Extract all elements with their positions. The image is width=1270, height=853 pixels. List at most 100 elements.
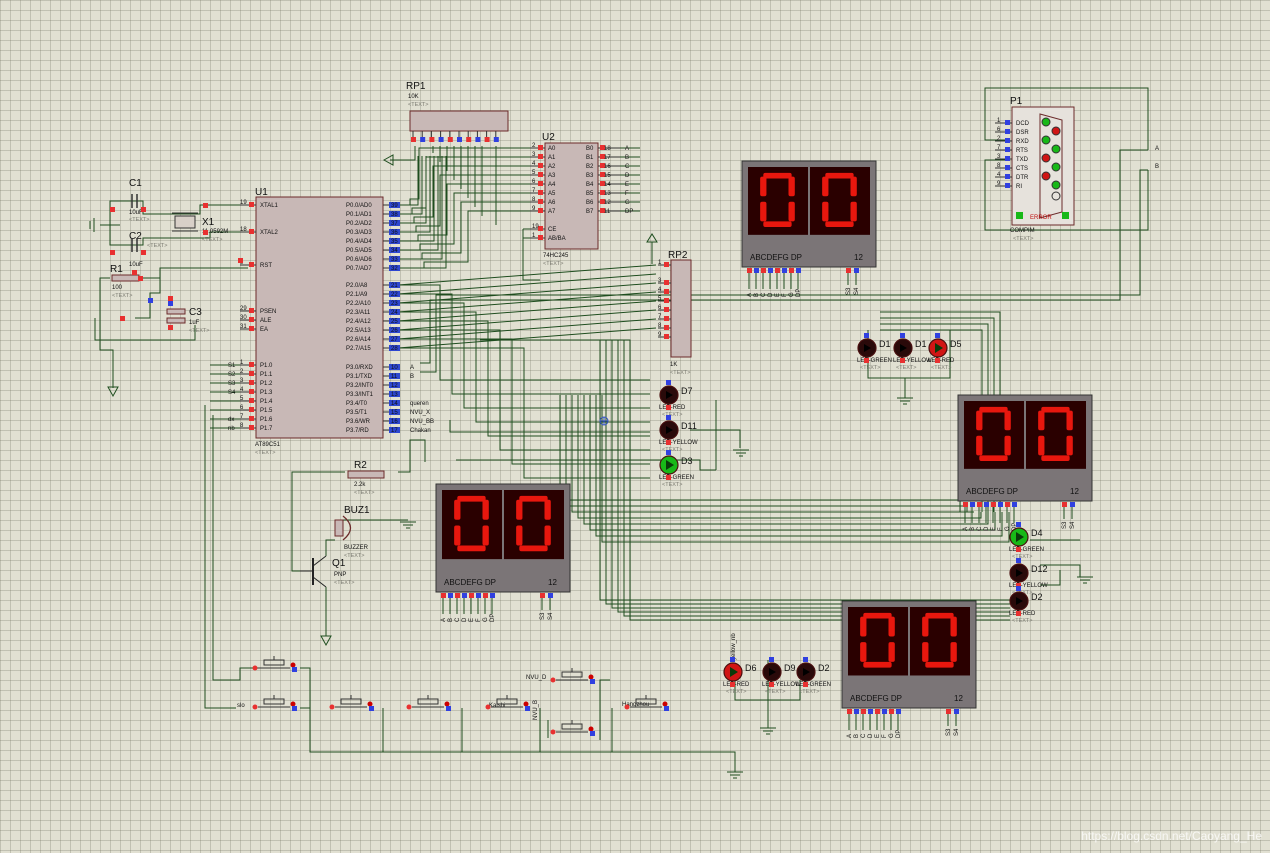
push-button[interactable]: [252, 656, 296, 671]
p1-status-led: [1051, 180, 1061, 190]
segment-a: [457, 495, 486, 502]
push-button[interactable]: [550, 668, 594, 683]
u1-pin-name: ALE: [260, 318, 271, 324]
u2-pin-terminal: [538, 199, 543, 204]
u1-pin-terminal: [249, 389, 254, 394]
wire: [204, 405, 236, 709]
p1-pin-terminal: [1005, 174, 1010, 179]
button-pin: [292, 706, 297, 711]
u1-pin-number: 27: [391, 337, 398, 343]
button-pin: [446, 706, 451, 711]
display-pin-label: S4: [854, 287, 860, 295]
u1-pin-number: 26: [391, 328, 398, 334]
rp1-pin-terminal: [466, 137, 472, 142]
wire: [397, 327, 657, 349]
wire: [397, 300, 657, 322]
u1-pin-number: 31: [240, 324, 247, 330]
push-button[interactable]: [329, 695, 373, 710]
led-d1[interactable]: D1 LED-GREEN<TEXT>: [857, 338, 892, 371]
led-pin-terminal: [900, 358, 905, 363]
schematic-canvas[interactable]: RP1 10K <TEXT> U2 74HC245 <TEXT> U1 AT89…: [0, 0, 1270, 853]
led-d2[interactable]: D2 LED-RED<TEXT>: [1009, 591, 1043, 624]
ground-arrow-reset: [107, 386, 119, 398]
segment-b: [888, 616, 895, 637]
u2-part: 74HC245: [543, 253, 569, 259]
led-ref: D11: [681, 421, 697, 431]
button-actuator: [263, 659, 285, 666]
u2-pin-name: B4: [586, 182, 594, 188]
p1-pin-name: TXD: [1016, 157, 1029, 163]
p1-pin-terminal: [1005, 120, 1010, 125]
capacitor-c3[interactable]: C3 1uF <TEXT>: [166, 307, 209, 334]
push-button[interactable]: [550, 720, 594, 735]
u1-pin-name: P2.6/A14: [346, 337, 371, 343]
wire: [565, 395, 968, 512]
u1-net-label: queren: [410, 401, 429, 407]
net-label-nvu-d: NVU_D: [526, 675, 547, 681]
display-pin-label: S3: [946, 728, 952, 736]
led-ref: D1: [915, 339, 927, 349]
push-button[interactable]: [406, 695, 450, 710]
r2-text: <TEXT>: [354, 490, 374, 496]
transistor-q1[interactable]: Q1 PNP <TEXT>: [300, 555, 354, 588]
display-pin-terminal: [977, 502, 982, 507]
led-value: LED-RED: [723, 682, 750, 688]
led-d3[interactable]: D3 LED-GREEN<TEXT>: [659, 455, 694, 488]
u2-pin-name: A7: [548, 209, 556, 215]
button-pin: [664, 706, 669, 711]
display-pin-terminal: [963, 502, 968, 507]
display-pin-terminal: [476, 593, 481, 598]
wire: [390, 146, 416, 161]
resistor-r2[interactable]: R2 2.2k <TEXT>: [347, 460, 385, 496]
led-d2[interactable]: D2 LED-GREEN<TEXT>: [796, 662, 831, 695]
p1-pin-terminal: [1005, 138, 1010, 143]
seven-seg-display-left[interactable]: ABCDEFG DP 12: [435, 483, 571, 593]
net-label-nvu-b: NVU_B: [533, 700, 539, 720]
display-pin-label: E: [875, 734, 881, 738]
buz1-value: BUZZER: [344, 545, 369, 551]
connector-p1-compim[interactable]: P1 ERROR COMPIM <TEXT> A B: [1010, 96, 1159, 242]
segment-d: [925, 661, 954, 668]
segment-e: [454, 525, 461, 546]
capacitor-c2[interactable]: C2 10uF <TEXT>: [129, 231, 167, 268]
led-ref: D1: [879, 339, 891, 349]
led-value: LED-YELLOW: [893, 358, 932, 364]
display-pin-terminal: [882, 709, 887, 714]
led-d5[interactable]: D5 LED-RED<TEXT>: [928, 338, 962, 371]
led-d4[interactable]: D4 LED-GREEN<TEXT>: [1009, 527, 1044, 560]
led-d11[interactable]: D11 LED-YELLOW<TEXT>: [659, 420, 698, 453]
display-com-label: 12: [548, 578, 557, 587]
resistor-pack-rp1[interactable]: RP1 10K <TEXT>: [406, 81, 509, 132]
led-text: <TEXT>: [662, 447, 682, 453]
segment-c: [1066, 435, 1073, 456]
segment-d: [1041, 455, 1070, 461]
u1-pin-name: P1.7: [260, 426, 273, 432]
u1-pin-name: P3.2/INT0: [346, 383, 374, 389]
seven-seg-display-top[interactable]: ABCDEFG DP 12: [741, 160, 877, 268]
led-ref: D6: [745, 663, 757, 673]
led-d7[interactable]: D7 LED-RED<TEXT>: [659, 385, 693, 418]
resistor-pack-rp2[interactable]: RP2 1K <TEXT>: [668, 250, 692, 376]
u1-net-label: S3: [228, 381, 236, 387]
led-d1[interactable]: D1 LED-YELLOW<TEXT>: [893, 338, 932, 371]
seven-seg-display-bottom[interactable]: ABCDEFG DP 12: [841, 600, 977, 709]
led-d9[interactable]: D9LED-YELLOW<TEXT>: [762, 662, 801, 695]
u2-pin-name: B6: [586, 200, 594, 206]
led-d6[interactable]: D6 LED-RED<TEXT>: [723, 662, 757, 695]
display-pin-terminal: [483, 593, 488, 598]
display-pin-terminal: [747, 268, 752, 273]
led-pin-terminal: [1016, 547, 1021, 552]
seven-seg-display-right[interactable]: ABCDEFG DP 12: [957, 394, 1093, 502]
resistor-r1[interactable]: R1 100 <TEXT>: [110, 264, 140, 299]
push-button[interactable]: [252, 695, 296, 710]
u1-pin-name: P3.3/INT1: [346, 392, 374, 398]
rp2-pin-terminal: [664, 298, 669, 303]
led-text: <TEXT>: [1012, 554, 1032, 560]
u2-pin-number: 13: [604, 191, 611, 197]
led-pin-terminal: [666, 440, 671, 445]
buzzer-buz1[interactable]: BUZ1 BUZZER <TEXT>: [334, 505, 370, 559]
u1-net-label: dx: [228, 417, 234, 423]
u1-pin-name: P0.7/AD7: [346, 266, 372, 272]
p1-status-led: [1051, 144, 1061, 154]
button-terminal: [290, 662, 296, 668]
